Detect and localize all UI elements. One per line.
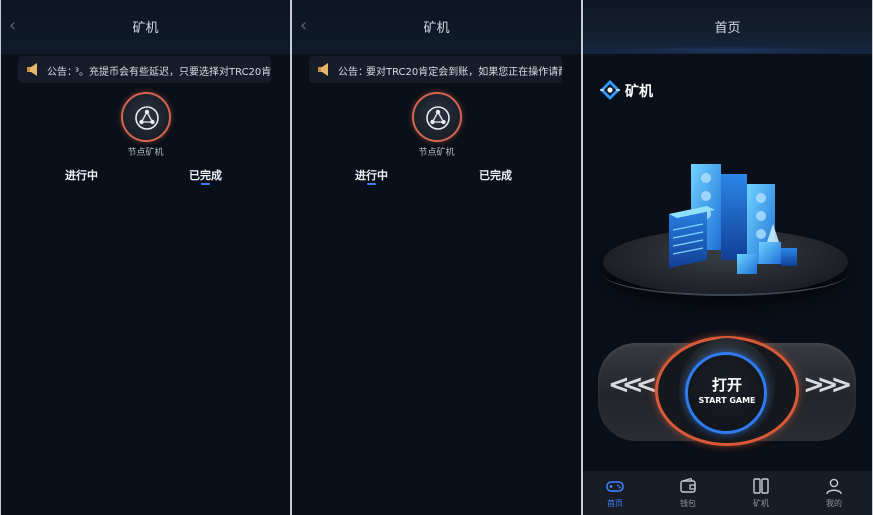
- screenshot-stage: ‹ 矿机 公告： ³。充提币会有些延迟，只要选择对TRC20肯定 节点矿机 进行…: [0, 0, 873, 515]
- node-network-icon: [426, 106, 450, 130]
- bottom-tabbar: 首页 钱包 矿机 我的: [583, 471, 872, 515]
- notice-prefix: 公告：: [47, 67, 77, 78]
- notice-text: ³。充提币会有些延迟，只要选择对TRC20肯定: [75, 67, 271, 78]
- nav-header: 首页: [583, 0, 872, 54]
- node-miner-button[interactable]: [412, 92, 462, 142]
- tabbar-label-wallet: 钱包: [680, 499, 696, 508]
- start-game-label: 打开: [711, 376, 742, 394]
- node-miner-button[interactable]: [121, 92, 171, 142]
- node-miner-label: 节点矿机: [418, 148, 455, 158]
- chevrons-right-icon: >>>: [803, 370, 852, 400]
- tab-completed[interactable]: 已完成: [479, 167, 512, 183]
- server-rack-illustration: [669, 164, 797, 274]
- tabbar-item-profile[interactable]: 我的: [809, 476, 859, 509]
- tabbar-label-miner: 矿机: [753, 499, 769, 508]
- speaker-icon: [27, 63, 37, 76]
- page-title: 矿机: [132, 21, 159, 36]
- node-miner-label: 节点矿机: [127, 148, 164, 158]
- tab-indicator: [367, 183, 376, 185]
- notice-text: 要对TRC20肯定会到账，如果您正在操作请耐心: [366, 67, 562, 78]
- gamepad-icon: [606, 481, 624, 492]
- announcement-bar[interactable]: 公告： ³。充提币会有些延迟，只要选择对TRC20肯定: [18, 56, 271, 83]
- node-network-icon: [135, 106, 159, 130]
- speaker-icon: [318, 63, 328, 76]
- tab-completed[interactable]: 已完成: [189, 167, 222, 183]
- tab-in-progress[interactable]: 进行中: [65, 167, 98, 183]
- announcement-bar[interactable]: 公告： 要对TRC20肯定会到账，如果您正在操作请耐心: [309, 56, 562, 83]
- wallet-icon: [680, 477, 696, 493]
- home-screen: 首页 矿机 <<< >>> 打开 START GAME 首页 钱包 矿机 我的: [583, 0, 872, 515]
- page-title: 首页: [714, 21, 741, 36]
- tabbar-label-home: 首页: [607, 499, 623, 508]
- tab-in-progress[interactable]: 进行中: [355, 167, 388, 183]
- book-icon: [753, 478, 769, 494]
- page-title: 矿机: [423, 21, 450, 36]
- nav-header: ‹ 矿机: [292, 0, 581, 54]
- miner-screen-completed: ‹ 矿机 公告： ³。充提币会有些延迟，只要选择对TRC20肯定 节点矿机 进行…: [1, 0, 290, 515]
- tab-indicator: [201, 183, 210, 185]
- user-icon: [826, 478, 842, 495]
- notice-prefix: 公告：: [338, 67, 368, 78]
- tabbar-item-miner[interactable]: 矿机: [736, 476, 786, 509]
- tabbar-item-wallet[interactable]: 钱包: [663, 476, 713, 509]
- chevrons-left-icon: <<<: [608, 370, 657, 400]
- brand-title: 矿机: [625, 84, 653, 100]
- tabbar-item-home[interactable]: 首页: [590, 476, 640, 509]
- miner-screen-in-progress: ‹ 矿机 公告： 要对TRC20肯定会到账，如果您正在操作请耐心 节点矿机 进行…: [292, 0, 581, 515]
- start-game-sublabel: START GAME: [698, 396, 756, 405]
- brand-logo-icon: [600, 80, 620, 100]
- tabbar-label-profile: 我的: [826, 499, 842, 508]
- nav-header: ‹ 矿机: [1, 0, 290, 54]
